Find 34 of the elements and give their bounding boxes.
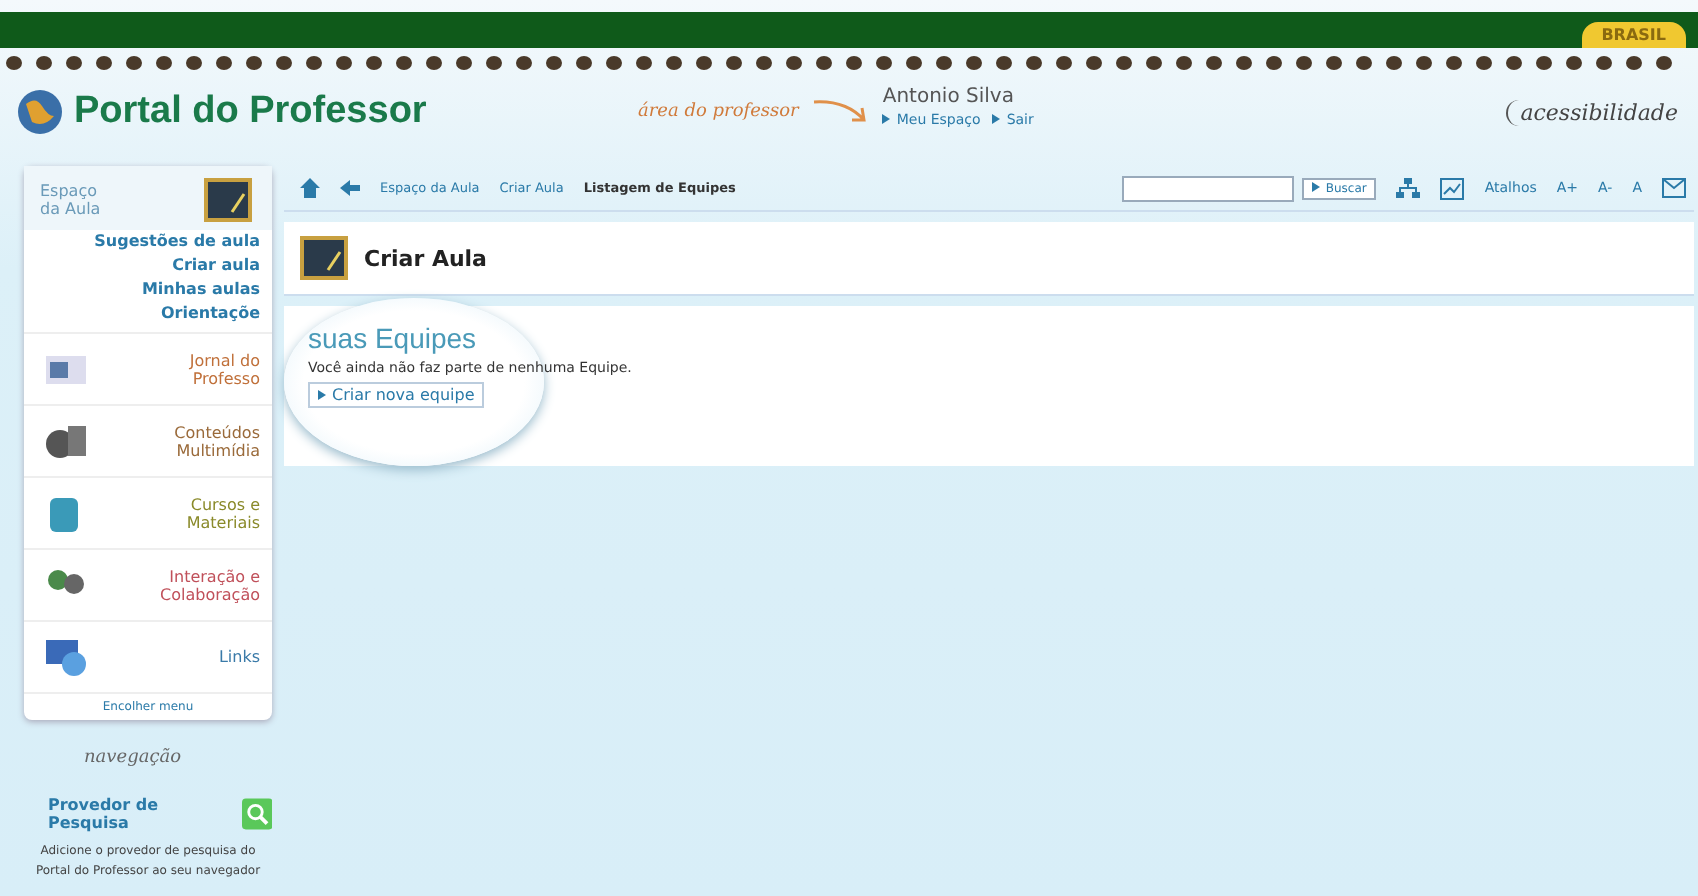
menu-item[interactable]: Conteúdos Multimídia [120, 423, 260, 459]
sitemap-icon[interactable] [1396, 177, 1421, 199]
menu-item[interactable]: Interação e Colaboração [120, 567, 260, 603]
menu-item[interactable]: Jornal do Professo [120, 351, 260, 387]
search-field[interactable] [1121, 175, 1294, 201]
chalkboard-icon [300, 236, 348, 280]
search-provider-title[interactable]: Provedor de Pesquisa [48, 796, 238, 832]
triangle-icon [318, 390, 326, 401]
page-title: Criar Aula [364, 245, 487, 271]
menu-item[interactable]: Links [120, 648, 260, 666]
portal-logo[interactable]: Portal do Professor [74, 90, 427, 134]
brasil-badge[interactable]: BRASIL [1581, 22, 1686, 48]
search-icon[interactable] [241, 798, 272, 830]
accessibility-label[interactable]: acessibilidade [1506, 99, 1682, 125]
submenu-link[interactable]: Orientaçõe [161, 302, 260, 326]
submenu-link[interactable]: Criar aula [172, 254, 260, 278]
navigation-caption: navegação [82, 746, 184, 768]
user-name: Antonio Silva [882, 85, 1016, 107]
arrow-icon [810, 96, 871, 128]
submenu-link[interactable]: Sugestões de aula [94, 230, 260, 254]
triangle-icon [882, 114, 891, 125]
mail-icon[interactable] [1662, 178, 1686, 198]
create-team-button[interactable]: Criar nova equipe [308, 382, 485, 408]
chart-icon[interactable] [1440, 177, 1465, 199]
home-icon[interactable] [300, 178, 320, 198]
triangle-icon [992, 114, 1001, 125]
section-heading: suas Equipes [308, 322, 477, 354]
chalkboard-icon [204, 178, 252, 222]
submenu-link[interactable]: Minhas aulas [141, 278, 260, 302]
triangle-icon [1311, 182, 1320, 193]
section-title[interactable]: Espaço da Aula [40, 182, 120, 218]
menu-item[interactable]: Cursos e Materiais [120, 495, 260, 531]
back-arrow-icon[interactable] [340, 178, 360, 198]
area-label: área do professor [638, 102, 799, 122]
